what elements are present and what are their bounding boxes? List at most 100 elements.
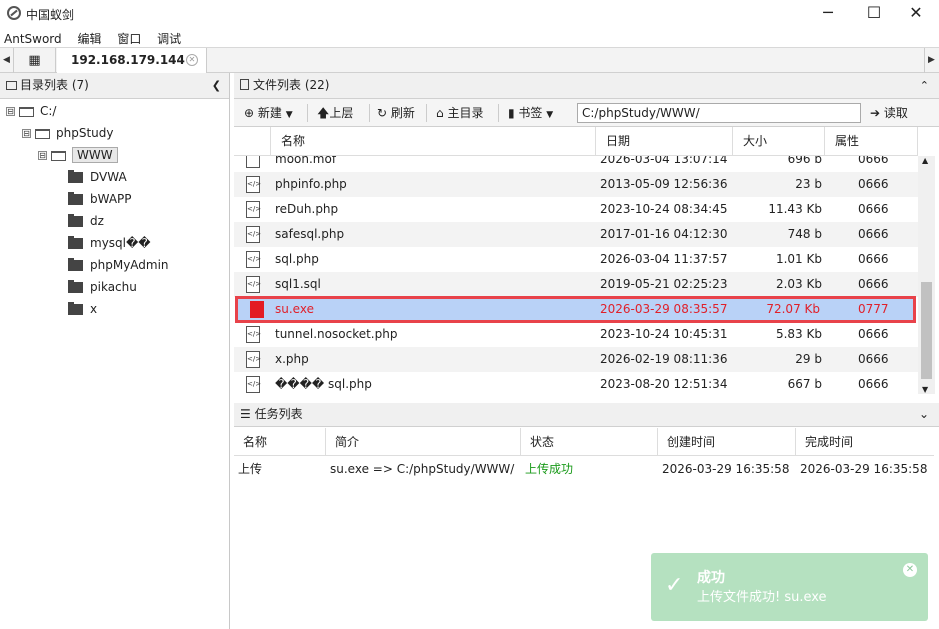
tab-host[interactable]: 192.168.179.144 ✕ [57,48,207,73]
directory-panel-title: 目录列表 (7) [20,78,89,92]
expander-icon[interactable]: ⊟ [38,151,47,160]
file-size: 29 b [795,347,822,372]
file-row[interactable]: </> safesql.php 2017-01-16 04:12:30 748 … [234,222,918,247]
file-size: 1.01 Kb [776,247,822,272]
file-attr: 0666 [858,222,889,247]
tree-node-mysql[interactable]: mysql�� [68,233,151,253]
file-row[interactable]: </> x.php 2026-02-19 08:11:36 29 b 0666 [234,347,918,372]
file-row[interactable]: </> phpinfo.php 2013-05-09 12:56:36 23 b… [234,172,918,197]
tab-grid-icon[interactable]: ▦ [14,48,56,73]
tree-node-dz[interactable]: dz [68,211,104,231]
code-file-icon: </> [246,326,260,343]
bookmark-button[interactable]: ▮ 书签 ▼ [508,103,553,123]
file-name: tunnel.nosocket.php [275,322,397,347]
file-size: 748 b [788,222,822,247]
tree-node-phpmyadmin[interactable]: phpMyAdmin [68,255,169,275]
refresh-label: 刷新 [391,106,415,120]
tree-node-c[interactable]: ⊟ C:/ [6,101,56,121]
file-size: 696 b [788,156,822,172]
scroll-down-icon[interactable]: ▼ [922,385,928,394]
folder-icon [68,238,83,249]
tab-scroll-left-icon[interactable]: ◀ [0,48,14,73]
folder-icon [68,260,83,271]
expander-icon[interactable]: ⊟ [6,107,15,116]
divider [369,104,370,122]
exe-file-icon [250,301,264,318]
divider [426,104,427,122]
tab-scroll-right-icon[interactable]: ▶ [924,48,938,73]
collapse-left-icon[interactable]: ❮ [212,73,221,98]
tree-node-www[interactable]: ⊟ WWW [38,145,118,165]
directory-panel: 目录列表 (7) ❮ ⊟ C:/ ⊟ phpStudy ⊟ WWW DVWA bWAP… [0,73,230,629]
file-attr: 0666 [858,247,889,272]
file-date: 2019-05-21 02:25:23 [600,272,727,297]
menu-debug[interactable]: 调试 [157,27,181,47]
task-column-status[interactable]: 状态 [521,428,658,456]
tree-node-x[interactable]: x [68,299,97,319]
file-attr: 0666 [858,156,889,172]
collapse-file-panel-icon[interactable]: ⌃ [920,73,929,98]
file-size: 23 b [795,172,822,197]
refresh-icon: ↻ [377,106,391,120]
file-list-scrollbar[interactable]: ▲ ▼ [918,156,935,394]
file-row[interactable]: </> ���� sql.php 2023-08-20 12:51:34 667… [234,372,918,394]
up-button[interactable]: 🡅上层 [317,103,353,123]
column-name[interactable]: 名称 [271,127,596,156]
plus-icon: ⊕ [244,106,258,120]
tree-node-dvwa[interactable]: DVWA [68,167,127,187]
file-row[interactable]: </> tunnel.nosocket.php 2023-10-24 10:45… [234,322,918,347]
bookmark-icon: ▮ [508,106,518,120]
tab-bar: ◀ ▦ 192.168.179.144 ✕ ▶ [0,47,939,73]
file-row[interactable]: </> sql.php 2026-03-04 11:37:57 1.01 Kb … [234,247,918,272]
antsword-logo-icon [7,6,21,20]
task-list-icon: ☰ [240,407,255,421]
refresh-button[interactable]: ↻ 刷新 [377,103,415,123]
file-row[interactable]: </> reDuh.php 2023-10-24 08:34:45 11.43 … [234,197,918,222]
menu-edit[interactable]: 编辑 [77,27,101,47]
tree-node-phpstudy[interactable]: ⊟ phpStudy [22,123,114,143]
tree-node-label: C:/ [40,104,56,118]
menu-window[interactable]: 窗口 [117,27,141,47]
chevron-down-icon: ▼ [286,110,293,120]
file-date: 2026-02-19 08:11:36 [600,347,727,372]
expander-icon[interactable]: ⊟ [22,129,31,138]
path-input[interactable]: C:/phpStudy/WWW/ [577,103,861,123]
scroll-up-icon[interactable]: ▲ [922,156,928,165]
maximize-button[interactable]: ☐ [851,0,897,27]
file-date: 2023-08-20 12:51:34 [600,372,727,394]
tree-node-bwapp[interactable]: bWAPP [68,189,132,209]
task-column-name[interactable]: 名称 [234,428,326,456]
success-toast: ✓ 成功 上传文件成功! su.exe ✕ [651,553,928,621]
code-file-icon: </> [246,276,260,293]
menu-antsword[interactable]: AntSword [4,29,62,46]
task-column-finished[interactable]: 完成时间 [796,428,934,456]
scrollbar-thumb[interactable] [921,282,932,379]
file-row[interactable]: </> sql1.sql 2019-05-21 02:25:23 2.03 Kb… [234,272,918,297]
column-size[interactable]: 大小 [733,127,825,156]
arrow-up-icon: 🡅 [317,106,329,120]
task-column-desc[interactable]: 简介 [326,428,521,456]
new-button[interactable]: ⊕ 新建 ▼ [244,103,293,123]
file-name: ���� sql.php [275,372,372,394]
task-column-created[interactable]: 创建时间 [658,428,796,456]
toast-title: 成功 [697,567,725,587]
collapse-task-icon[interactable]: ⌄ [919,403,929,426]
toast-close-icon[interactable]: ✕ [903,563,917,577]
task-panel-header: ☰ 任务列表 ⌄ [234,403,939,427]
task-panel-title: 任务列表 [255,407,303,421]
arrow-right-icon: ➔ [870,106,884,120]
task-row[interactable]: 上传 su.exe => C:/phpStudy/WWW/ 上传成功 2026-… [234,457,934,481]
code-file-icon: </> [246,201,260,218]
close-window-button[interactable]: ✕ [893,0,939,27]
file-date: 2023-10-24 08:34:45 [600,197,727,222]
tab-close-icon[interactable]: ✕ [186,54,198,66]
home-button[interactable]: ⌂ 主目录 [436,103,483,123]
minimize-button[interactable]: ─ [805,0,851,27]
file-row-selected[interactable]: su.exe 2026-03-29 08:35:57 72.07 Kb 0777 [235,296,916,323]
column-attr[interactable]: 属性 [825,127,918,156]
file-row[interactable]: moon.mof 2026-03-04 13:07:14 696 b 0666 [234,156,918,172]
read-button[interactable]: ➔ 读取 [870,103,908,123]
tree-node-pikachu[interactable]: pikachu [68,277,137,297]
column-date[interactable]: 日期 [596,127,733,156]
file-size: 72.07 Kb [766,299,820,320]
